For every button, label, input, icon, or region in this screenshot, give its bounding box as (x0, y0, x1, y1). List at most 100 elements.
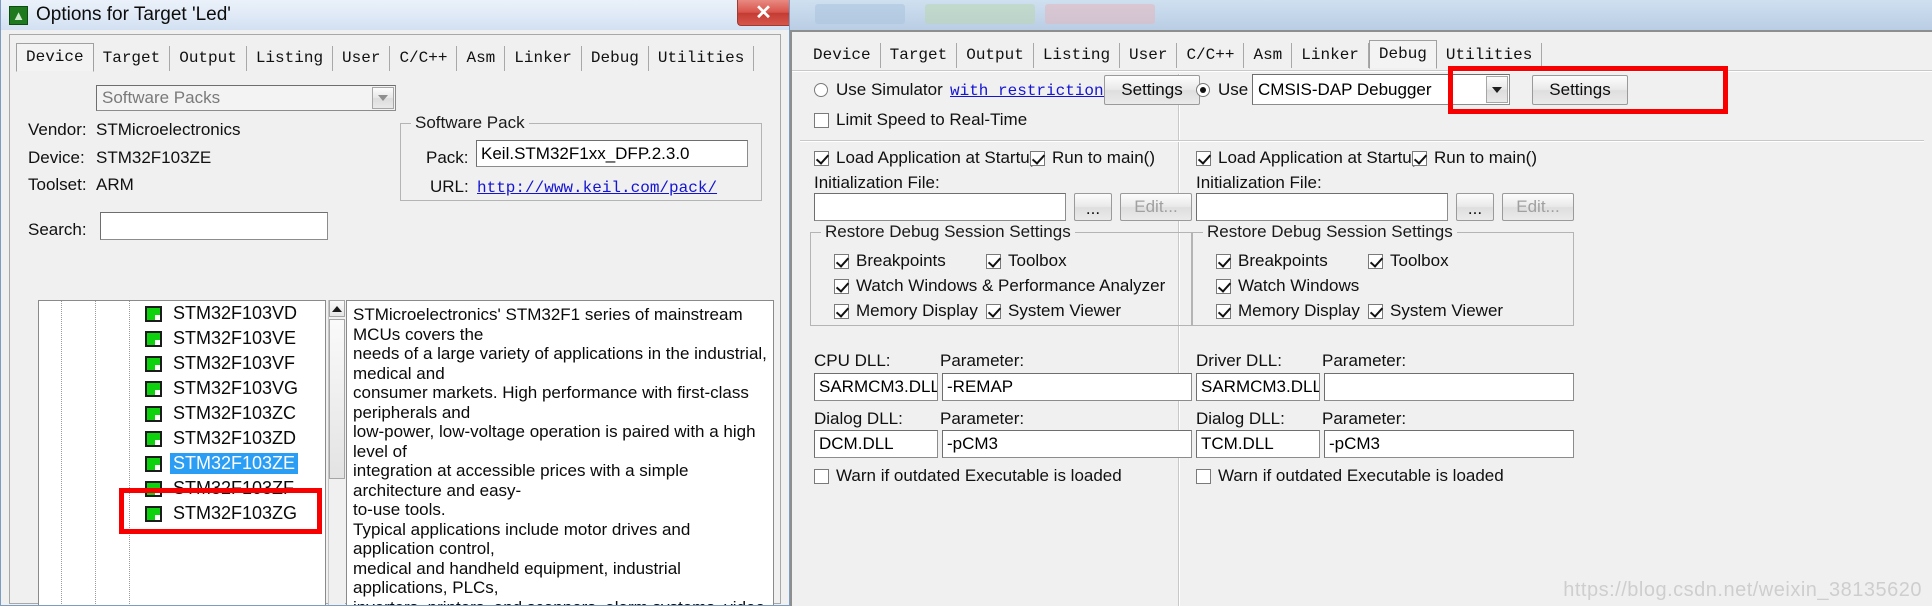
label: Warn if outdated Executable is loaded (836, 466, 1122, 485)
tab-c-c-[interactable]: C/C++ (1177, 43, 1245, 68)
dbg-edit-button[interactable]: Edit... (1502, 193, 1574, 221)
sim-dialog-dll-input[interactable]: DCM.DLL (814, 430, 938, 458)
chevron-down-icon[interactable] (372, 87, 394, 109)
options-for-target-dialog: ▲ Options for Target 'Led' ✕ Device Targe… (0, 0, 790, 606)
mcu-chip-icon (145, 455, 162, 472)
tab-debug[interactable]: Debug (582, 46, 649, 71)
sim-edit-button[interactable]: Edit... (1120, 193, 1192, 221)
limit-speed-checkbox[interactable]: Limit Speed to Real-Time (814, 110, 1027, 130)
cpu-dll-input[interactable]: SARMCM3.DLL (814, 373, 938, 401)
tab-output[interactable]: Output (170, 46, 247, 71)
dbg-browse-button[interactable]: ... (1456, 193, 1494, 221)
tab-device[interactable]: Device (804, 43, 881, 68)
device-tree-list[interactable]: STM32F103VD STM32F103VE STM32F103VF STM32F1… (38, 300, 326, 605)
dbg-restore-breakpoints[interactable]: Breakpoints (1216, 251, 1328, 271)
driver-parameter-input[interactable] (1324, 373, 1574, 401)
pack-value-field[interactable]: Keil.STM32F1xx_DFP.2.3.0 (476, 140, 748, 167)
dialog-body: Device Target Output Listing User C/C++ Asm Lin… (9, 34, 781, 605)
tab-linker[interactable]: Linker (1292, 43, 1369, 68)
use-debugger-radio[interactable]: Use (1196, 80, 1248, 100)
driver-parameter-label: Parameter: (1322, 351, 1407, 370)
dbg-dialog-parameter-input[interactable]: -pCM3 (1324, 430, 1574, 458)
driver-dll-input[interactable]: SARMCM3.DLL (1196, 373, 1320, 401)
sim-browse-button[interactable]: ... (1074, 193, 1112, 221)
tab-user[interactable]: User (1120, 43, 1178, 68)
tab-utilities[interactable]: Utilities (1437, 43, 1543, 68)
device-tree-rows: STM32F103VD STM32F103VE STM32F103VF STM32F1… (39, 301, 325, 526)
label: Breakpoints (856, 251, 946, 270)
toolset-value: ARM (96, 175, 134, 194)
tab-linker[interactable]: Linker (505, 46, 582, 71)
mcu-chip-icon (145, 330, 162, 347)
sim-init-file-input[interactable] (814, 193, 1066, 221)
tab-user[interactable]: User (333, 46, 391, 71)
use-simulator-radio[interactable]: Use Simulator (814, 80, 943, 100)
device-tree-item[interactable]: STM32F103VF (39, 351, 325, 376)
label: System Viewer (1390, 301, 1504, 320)
dbg-run-to-main-checkbox[interactable]: Run to main() (1412, 148, 1537, 168)
checkbox-indicator (814, 150, 829, 166)
sim-load-app-checkbox[interactable]: Load Application at Startup (814, 148, 1039, 168)
dbg-dialog-dll-input[interactable]: TCM.DLL (1196, 430, 1320, 458)
with-restrictions-link[interactable]: with restrictions (950, 82, 1113, 100)
dbg-init-file-input[interactable] (1196, 193, 1448, 221)
scroll-up-icon[interactable] (329, 300, 345, 317)
sim-dialog-parameter-input[interactable]: -pCM3 (942, 430, 1192, 458)
dbg-load-app-checkbox[interactable]: Load Application at Startup (1196, 148, 1421, 168)
device-tree-item[interactable]: STM32F103ZD (39, 426, 325, 451)
radio-indicator (814, 83, 828, 97)
close-button[interactable]: ✕ (737, 0, 789, 26)
chevron-down-icon[interactable] (1486, 76, 1508, 103)
software-packs-combo[interactable]: Software Packs (96, 85, 396, 111)
device-tree-item[interactable]: STM32F103ZE (39, 451, 325, 476)
driver-dll-label: Driver DLL: (1196, 351, 1282, 370)
sim-restore-memory-display[interactable]: Memory Display (834, 301, 978, 321)
tab-target[interactable]: Target (94, 46, 171, 71)
dbg-restore-watch-windows[interactable]: Watch Windows (1216, 276, 1359, 296)
device-tree-item[interactable]: STM32F103VD (39, 301, 325, 326)
debugger-select[interactable]: CMSIS-DAP Debugger (1252, 74, 1510, 105)
label: Toolbox (1008, 251, 1067, 270)
tab-device[interactable]: Device (16, 43, 94, 72)
tab-utilities[interactable]: Utilities (649, 46, 755, 71)
dbg-restore-memory-display[interactable]: Memory Display (1216, 301, 1360, 321)
simulator-settings-button[interactable]: Settings (1104, 75, 1200, 105)
sim-run-to-main-checkbox[interactable]: Run to main() (1030, 148, 1155, 168)
device-tree-item[interactable]: STM32F103ZF (39, 476, 325, 501)
tab-listing[interactable]: Listing (1034, 43, 1121, 68)
description-scrollbar[interactable] (328, 300, 345, 605)
limit-speed-label: Limit Speed to Real-Time (836, 110, 1028, 129)
device-tree-item[interactable]: STM32F103VG (39, 376, 325, 401)
tab-asm[interactable]: Asm (457, 46, 506, 71)
tab-listing[interactable]: Listing (247, 46, 334, 71)
device-tree-item-label: STM32F103ZF (173, 478, 295, 498)
sim-restore-system-viewer[interactable]: System Viewer (986, 301, 1121, 321)
radio-indicator (1196, 83, 1210, 97)
tab-debug[interactable]: Debug (1368, 40, 1437, 69)
ghost-window-3 (1045, 4, 1155, 24)
tab-asm[interactable]: Asm (1244, 43, 1293, 68)
dbg-restore-system-viewer[interactable]: System Viewer (1368, 301, 1503, 321)
dbg-restore-toolbox[interactable]: Toolbox (1368, 251, 1449, 271)
tab-c-c-[interactable]: C/C++ (390, 46, 458, 71)
search-input[interactable] (100, 212, 328, 240)
checkbox-indicator (1030, 150, 1045, 166)
sim-warn-outdated-checkbox[interactable]: Warn if outdated Executable is loaded (814, 466, 1122, 486)
sim-restore-breakpoints[interactable]: Breakpoints (834, 251, 946, 271)
checkbox-indicator (814, 112, 829, 128)
tab-target[interactable]: Target (881, 43, 958, 68)
pack-url-link[interactable]: http://www.keil.com/pack/ (477, 179, 717, 197)
sim-restore-watch-windows[interactable]: Watch Windows & Performance Analyzer (834, 276, 1165, 296)
cpu-parameter-label: Parameter: (940, 351, 1025, 370)
tab-output[interactable]: Output (957, 43, 1034, 68)
cpu-parameter-input[interactable]: -REMAP (942, 373, 1192, 401)
dbg-warn-outdated-checkbox[interactable]: Warn if outdated Executable is loaded (1196, 466, 1504, 486)
device-tree-item[interactable]: STM32F103ZG (39, 501, 325, 526)
scrollbar-thumb[interactable] (329, 319, 345, 479)
sim-restore-group-title: Restore Debug Session Settings (821, 222, 1075, 242)
debugger-section-divider (1186, 140, 1924, 142)
device-tree-item[interactable]: STM32F103VE (39, 326, 325, 351)
debugger-settings-button[interactable]: Settings (1532, 75, 1628, 105)
sim-restore-toolbox[interactable]: Toolbox (986, 251, 1067, 271)
device-tree-item[interactable]: STM32F103ZC (39, 401, 325, 426)
